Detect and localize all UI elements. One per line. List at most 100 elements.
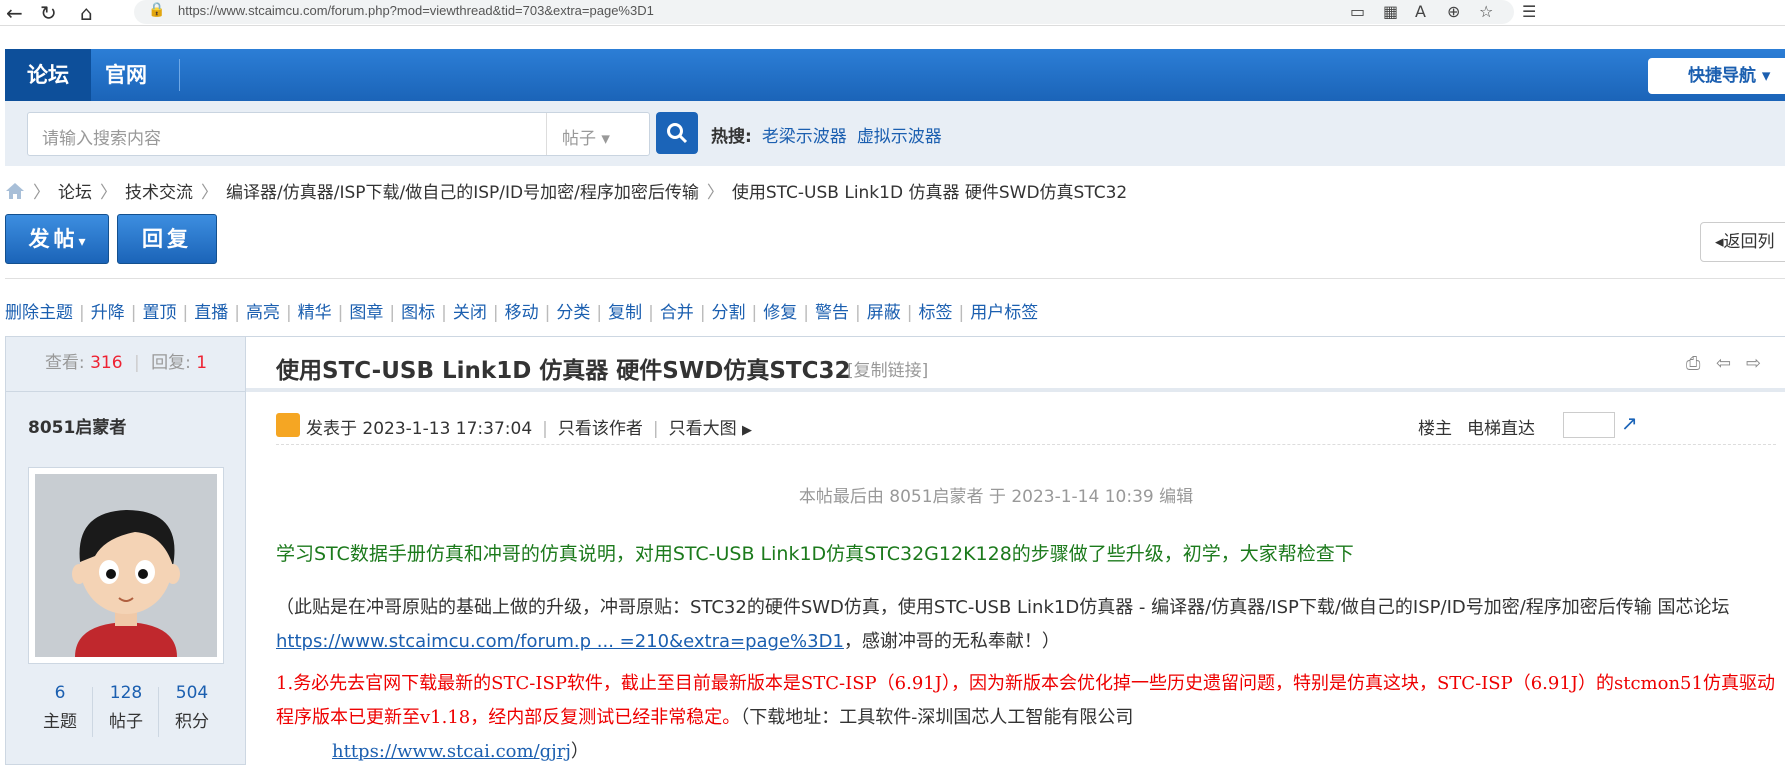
post-paragraph: （此贴是在冲哥原贴的基础上做的升级，冲哥原贴：STC32的硬件SWD仿真，使用S… — [276, 591, 1785, 659]
admin-link[interactable]: 移动 — [505, 303, 539, 323]
zoom-icon[interactable]: ⊕ — [1447, 2, 1460, 21]
breadcrumb-item[interactable]: 论坛 — [58, 183, 92, 203]
avatar-image — [35, 474, 217, 657]
jump-icon[interactable]: ↗ — [1621, 411, 1638, 435]
admin-link[interactable]: 图标 — [401, 303, 435, 323]
back-to-list-button[interactable]: ◂返回列 — [1700, 222, 1785, 262]
avatar[interactable] — [28, 467, 224, 664]
home-icon[interactable] — [5, 182, 25, 200]
admin-divider: | — [182, 303, 189, 323]
tab-forum[interactable]: 论坛 — [5, 49, 91, 101]
admin-link[interactable]: 置顶 — [142, 303, 176, 323]
breadcrumb-item[interactable]: 技术交流 — [125, 183, 193, 203]
chevron-down-icon: ▾ — [78, 234, 86, 250]
back-list-label: 返回列 — [1723, 232, 1775, 252]
only-images-link[interactable]: 只看大图 — [669, 419, 737, 439]
back-icon[interactable]: ← — [6, 1, 23, 25]
print-icon[interactable]: ⎙ — [1686, 353, 1700, 374]
post-meta-text: 发表于 2023-1-13 17:37:04 | 只看该作者 | 只看大图 ▶ — [306, 414, 752, 439]
reload-icon[interactable]: ↻ — [40, 1, 57, 25]
hot-item[interactable]: 老梁示波器 — [762, 127, 847, 147]
only-author-link[interactable]: 只看该作者 — [558, 419, 643, 439]
prev-thread-icon[interactable]: ⇦ — [1716, 353, 1731, 374]
post-intro: 学习STC数据手册仿真和冲哥的仿真说明，对用STC-USB Link1D仿真ST… — [276, 543, 1354, 565]
admin-link[interactable]: 屏蔽 — [867, 303, 901, 323]
paragraph-text: ，感谢冲哥的无私奉献！） — [843, 631, 1060, 652]
views-label: 查看: — [44, 353, 85, 373]
admin-link[interactable]: 删除主题 — [5, 303, 73, 323]
apps-icon[interactable]: ▦ — [1383, 2, 1398, 21]
post-paragraph: 1.务必先去官网下载最新的STC-ISP软件，截止至目前最新版本是STC-ISP… — [276, 667, 1785, 769]
paragraph-text: （此贴是在冲哥原贴的基础上做的升级，冲哥原贴：STC32的硬件SWD仿真，使用S… — [276, 597, 1730, 618]
reply-button[interactable]: 回复 — [117, 214, 217, 264]
hot-item[interactable]: 虚拟示波器 — [857, 127, 942, 147]
search-button[interactable] — [656, 112, 698, 154]
admin-link[interactable]: 分类 — [556, 303, 590, 323]
author-name[interactable]: 8051启蒙者 — [28, 413, 126, 438]
paragraph-text: ） — [570, 741, 589, 762]
post-label: 发帖 — [28, 227, 79, 251]
search-input[interactable]: 请输入搜索内容 帖子 ▾ — [27, 112, 650, 156]
play-icon: ▶ — [742, 423, 753, 438]
post-button[interactable]: 发帖▾ — [5, 214, 109, 264]
admin-divider: | — [855, 303, 861, 323]
admin-divider: | — [389, 303, 396, 323]
site-nav: 论坛 官网 快捷导航 ▾ — [5, 49, 1785, 101]
admin-link[interactable]: 警告 — [815, 303, 849, 323]
admin-link[interactable]: 用户标签 — [970, 303, 1038, 323]
credits-label: 积分 — [175, 712, 209, 732]
admin-link[interactable]: 标签 — [918, 303, 952, 323]
favorites-bar-icon[interactable]: ☰ — [1522, 2, 1536, 21]
url-text[interactable]: https://www.stcaimcu.com/forum.php?mod=v… — [178, 3, 654, 18]
admin-link[interactable]: 关闭 — [453, 303, 487, 323]
post-date: 发表于 2023-1-13 17:37:04 — [306, 419, 533, 439]
admin-link[interactable]: 高亮 — [246, 303, 280, 323]
paragraph-text: （下载地址：工具软件-深圳国芯人工智能有限公司 — [740, 707, 1134, 728]
credits-stat[interactable]: 504 积分 — [160, 683, 224, 732]
search-type-select[interactable]: 帖子 ▾ — [562, 124, 610, 149]
divider — [5, 278, 1785, 279]
admin-divider: | — [285, 303, 292, 323]
admin-divider: | — [803, 303, 810, 323]
browser-toolbar: ← ↻ ⌂ 🔒 https://www.stcaimcu.com/forum.p… — [0, 0, 1785, 26]
online-status-icon — [276, 413, 300, 437]
posts-stat[interactable]: 128 帖子 — [94, 683, 158, 732]
admin-link[interactable]: 合并 — [660, 303, 694, 323]
topics-label: 主题 — [43, 712, 77, 732]
search-divider — [546, 113, 547, 155]
meta-divider: | — [652, 419, 659, 439]
admin-divider: | — [906, 303, 913, 323]
breadcrumb-separator: 〉 — [100, 183, 117, 203]
admin-link[interactable]: 升降 — [91, 303, 125, 323]
breadcrumb-item[interactable]: 编译器/仿真器/ISP下载/做自己的ISP/ID号加密/程序加密后传输 — [226, 183, 699, 203]
search-band: 请输入搜索内容 帖子 ▾ 热搜: 老梁示波器 虚拟示波器 — [5, 101, 1785, 166]
post-meta: 发表于 2023-1-13 17:37:04 | 只看该作者 | 只看大图 ▶ 楼主 电… — [276, 411, 1776, 445]
next-thread-icon[interactable]: ⇨ — [1746, 353, 1761, 374]
tab-official[interactable]: 官网 — [83, 49, 169, 101]
posts-count: 128 — [109, 683, 143, 703]
admin-link[interactable]: 复制 — [608, 303, 642, 323]
original-post-link[interactable]: https://www.stcaimcu.com/forum.p ... =21… — [276, 631, 844, 652]
admin-link[interactable]: 图章 — [349, 303, 383, 323]
copy-link-button[interactable]: [复制链接] — [847, 356, 928, 381]
meta-divider: | — [542, 419, 548, 439]
download-link[interactable]: https://www.stcai.com/gjrj — [332, 741, 571, 762]
home-icon[interactable]: ⌂ — [80, 1, 93, 25]
search-type-label: 帖子 — [562, 129, 596, 149]
topics-stat[interactable]: 6 主题 — [28, 683, 92, 732]
stat-divider — [92, 687, 93, 737]
favorite-icon[interactable]: ☆ — [1479, 2, 1493, 21]
admin-link[interactable]: 分割 — [712, 303, 746, 323]
breadcrumb-item[interactable]: 使用STC-USB Link1D 仿真器 硬件SWD仿真STC32 — [732, 183, 1127, 203]
quick-nav-button[interactable]: 快捷导航 ▾ — [1648, 58, 1785, 94]
address-bar[interactable]: 🔒 https://www.stcaimcu.com/forum.php?mod… — [134, 0, 1514, 24]
read-aloud-icon[interactable]: A — [1415, 2, 1426, 21]
author-stats: 6 主题 128 帖子 504 积分 — [28, 683, 224, 743]
reader-view-icon[interactable]: ▭ — [1350, 2, 1365, 21]
admin-link[interactable]: 直播 — [194, 303, 228, 323]
chevron-down-icon: ▾ — [601, 129, 610, 149]
thread-title-bar: 使用STC-USB Link1D 仿真器 硬件SWD仿真STC32 [复制链接]… — [246, 337, 1785, 392]
admin-link[interactable]: 修复 — [763, 303, 797, 323]
admin-link[interactable]: 精华 — [298, 303, 332, 323]
elevator-input[interactable] — [1563, 412, 1615, 438]
